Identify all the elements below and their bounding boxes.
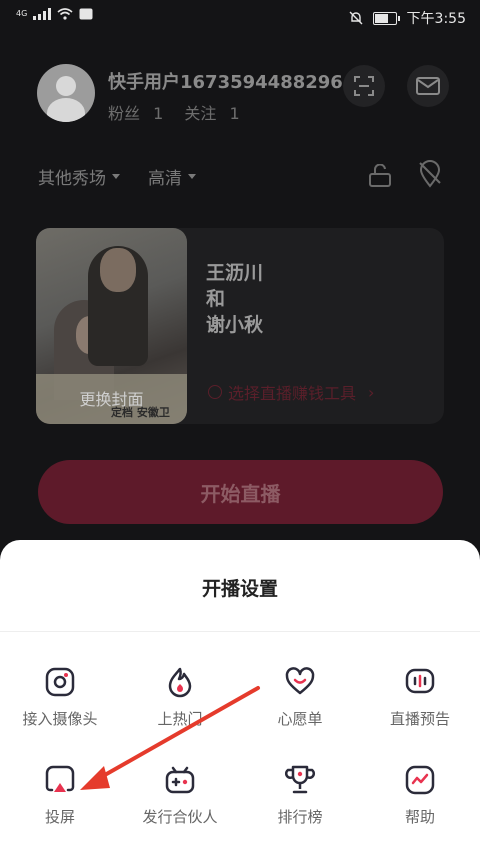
chevron-down-icon [112,174,120,179]
help-setting-item[interactable]: 帮助 [360,764,480,827]
status-time: 下午3:55 [406,11,466,27]
fans-label: 粉丝 1 [108,104,164,123]
avatar[interactable] [37,64,95,122]
earn-tool-label: 选择直播赚钱工具 [228,384,357,403]
help-icon [405,765,435,795]
preview-icon [405,668,435,694]
lock-icon[interactable] [368,164,394,188]
chevron-down-icon [188,174,196,179]
network-type: 4G [16,9,28,18]
camera-setting-item[interactable]: 接入摄像头 [0,666,120,729]
scan-icon [354,76,374,96]
chevron-right-icon: › [368,382,375,402]
item-label: 帮助 [404,808,435,826]
signal-icon [33,8,52,20]
status-bar: 4G 下午3:55 [0,0,480,34]
item-label: 排行榜 [277,808,323,826]
item-label: 心愿单 [277,710,323,728]
item-label: 投屏 [44,808,75,826]
live-title-line: 和 [206,288,226,310]
mail-button[interactable] [407,65,449,107]
follow-stats: 粉丝 1 关注 1 [108,100,256,124]
cast-icon [45,765,75,792]
mail-icon [416,77,440,95]
live-title-line: 王沥川 [206,262,264,284]
live-title[interactable]: 王沥川 和 谢小秋 [206,260,263,338]
username: 快手用户1673594488296 [108,72,343,93]
item-label: 发行合伙人 [142,808,218,826]
ranking-setting-item[interactable]: 排行榜 [240,764,360,827]
scan-button[interactable] [343,65,385,107]
earn-tool-link[interactable]: 选择直播赚钱工具 › [208,380,374,404]
quality-dropdown[interactable]: 高清 [148,164,196,189]
item-label: 上热门 [157,710,203,728]
battery-icon [372,11,400,25]
cast-setting-item[interactable]: 投屏 [0,764,120,827]
sheet-title: 开播设置 [201,578,278,600]
preview-setting-item[interactable]: 直播预告 [360,666,480,729]
quality-label: 高清 [148,169,182,189]
live-settings-sheet: 开播设置 接入摄像头 上热门 心愿单 直播预告 投屏 发行合伙人 排行榜 帮助 [0,540,480,853]
item-label: 接入摄像头 [22,710,98,728]
message-notification-icon [79,8,93,20]
cover-stamp-text: 定档 安徽卫 [111,406,170,419]
hot-setting-item[interactable]: 上热门 [120,666,240,729]
trophy-icon [285,765,315,794]
category-label: 其他秀场 [38,169,106,189]
gamepad-icon [165,766,195,794]
cover-image[interactable]: 更换封面 定档 安徽卫 [36,228,187,424]
category-dropdown[interactable]: 其他秀场 [38,164,120,189]
partner-setting-item[interactable]: 发行合伙人 [120,764,240,827]
location-off-icon[interactable] [417,160,443,188]
divider [0,631,480,632]
wifi-icon [57,8,73,20]
flame-icon [168,667,192,698]
follow-label: 关注 1 [184,104,240,123]
wishlist-setting-item[interactable]: 心愿单 [240,666,360,729]
live-title-line: 谢小秋 [206,314,264,336]
camera-icon [45,667,75,697]
start-live-button[interactable]: 开始直播 [38,460,443,524]
coin-icon [208,385,222,399]
mute-bell-icon [349,11,363,25]
item-label: 直播预告 [389,710,450,728]
heart-icon [285,667,315,695]
